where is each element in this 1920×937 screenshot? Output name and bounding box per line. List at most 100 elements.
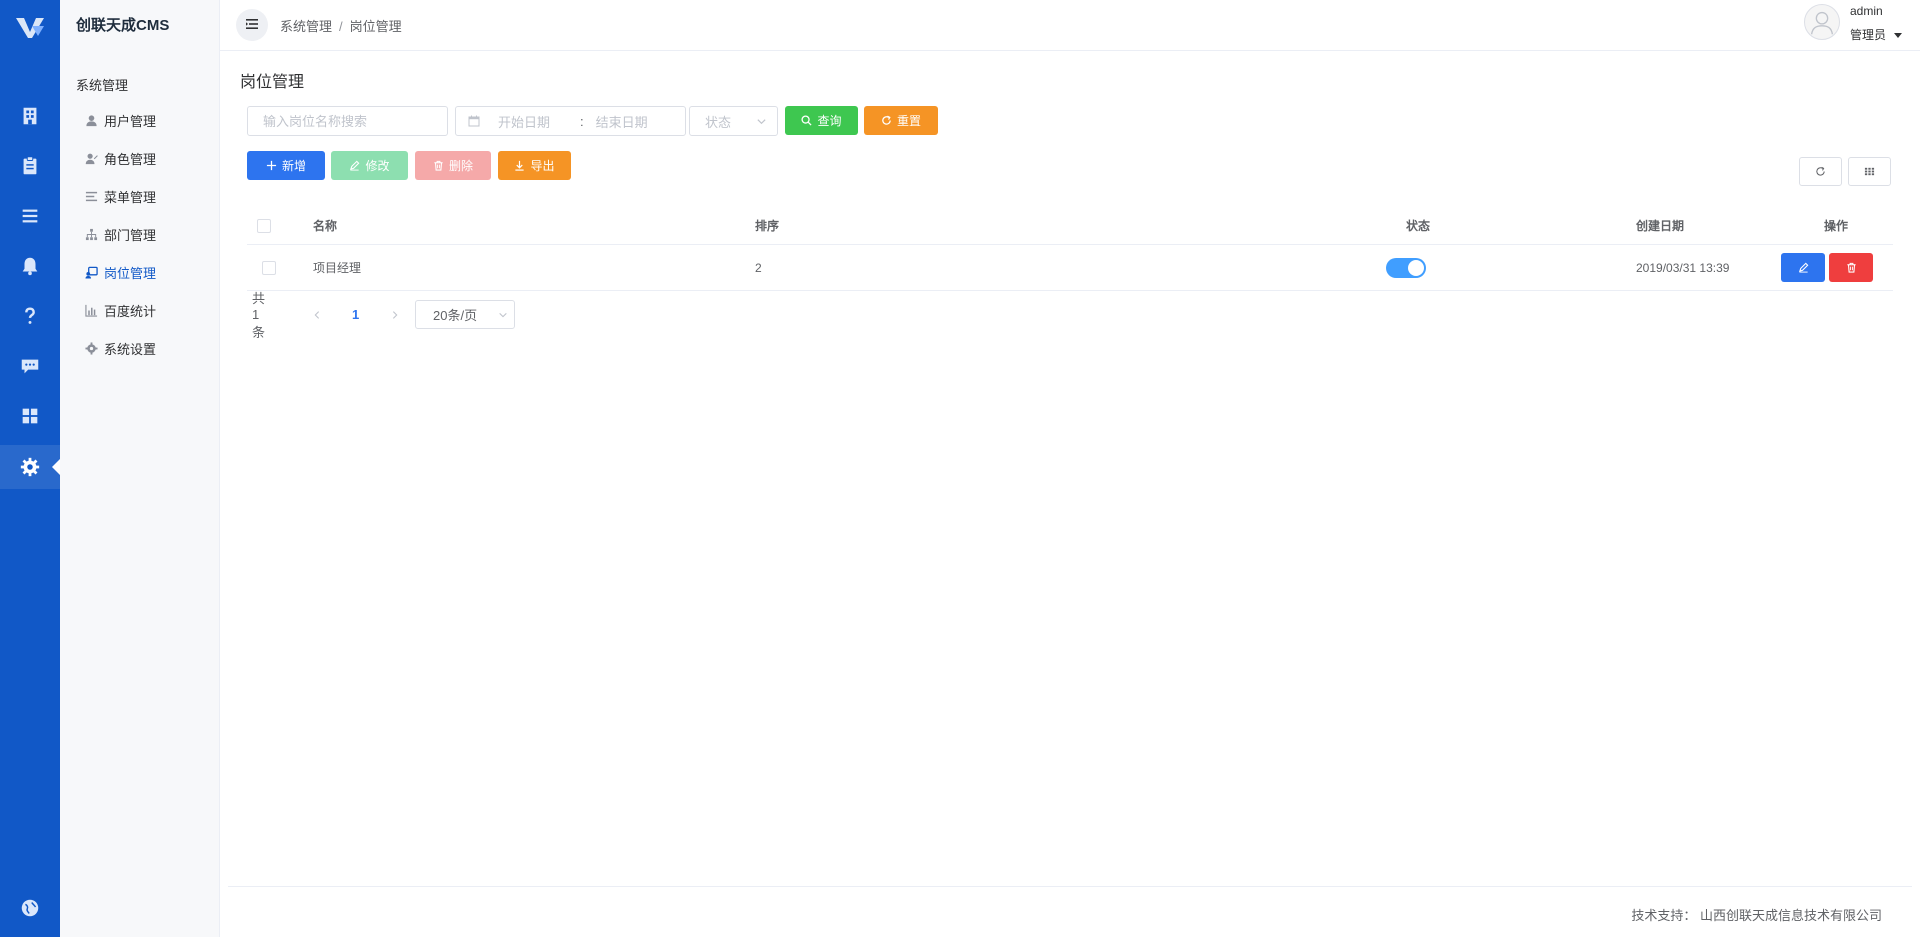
post-name-search-input[interactable]	[248, 107, 447, 135]
row-checkbox[interactable]	[262, 260, 276, 275]
row-edit-button[interactable]	[1781, 253, 1825, 282]
table-row[interactable]: 项目经理 2 2019/03/31 13:39	[247, 245, 1893, 291]
add-button-label: 新增	[281, 159, 306, 173]
icon-rail	[0, 0, 60, 937]
row-sort: 2	[755, 260, 762, 275]
bar-chart-icon	[84, 303, 98, 317]
menu-icon	[84, 189, 98, 203]
refresh-icon	[882, 115, 891, 125]
edit-button[interactable]: 修改	[331, 151, 408, 180]
sidebar-item-label: 菜单管理	[104, 189, 157, 205]
chevron-right-icon	[392, 310, 398, 319]
delete-button[interactable]: 删除	[415, 151, 491, 180]
pagination-total: 共 1 条	[252, 291, 266, 340]
app-title: 创联天成CMS	[76, 17, 170, 34]
sidebar: 创联天成CMS 系统管理 用户管理 角色管理 菜单管理 部门管理 岗位管理 百度…	[60, 0, 220, 937]
sidebar-item-label: 用户管理	[104, 113, 157, 129]
sidebar-item-menus[interactable]: 菜单管理	[84, 184, 156, 208]
page-size-value: 20条/页	[433, 308, 478, 323]
next-page-button[interactable]	[390, 300, 404, 329]
breadcrumb-item-posts: 岗位管理	[349, 19, 402, 34]
column-header-name[interactable]: 名称	[313, 207, 337, 244]
table-header: 名称 排序 状态 创建日期 操作	[247, 207, 1893, 245]
refresh-icon	[1815, 166, 1826, 177]
user-role: 管理员	[1850, 28, 1887, 42]
sidebar-item-posts[interactable]: 岗位管理	[84, 260, 156, 284]
sidebar-group-label: 系统管理	[76, 78, 129, 93]
sidebar-toggle-button[interactable]	[236, 9, 268, 41]
export-button-label: 导出	[530, 159, 555, 173]
dashboard-icon[interactable]	[0, 394, 60, 438]
chevron-left-icon	[314, 310, 320, 319]
settings-gear-icon[interactable]	[0, 445, 60, 489]
edit-icon	[1798, 262, 1809, 273]
breadcrumb: 系统管理 / 岗位管理	[280, 16, 402, 35]
column-header-status: 状态	[1405, 219, 1430, 233]
add-button[interactable]: 新增	[247, 151, 325, 180]
reset-button[interactable]: 重置	[864, 106, 938, 135]
edit-button-label: 修改	[365, 159, 390, 173]
user-icon	[84, 113, 98, 127]
prev-page-button[interactable]	[312, 300, 326, 329]
status-select-placeholder: 状态	[705, 114, 732, 130]
breadcrumb-separator: /	[339, 19, 343, 34]
column-header-actions: 操作	[1823, 219, 1848, 233]
avatar[interactable]	[1804, 4, 1840, 40]
posts-table: 名称 排序 状态 创建日期 操作 项目经理 2 2019/03/31 13:39	[247, 207, 1893, 291]
edit-icon	[350, 160, 360, 171]
grid-icon	[1864, 166, 1875, 177]
sidebar-item-label: 岗位管理	[104, 265, 157, 281]
trash-icon	[434, 160, 443, 171]
caret-down-icon	[1894, 33, 1903, 39]
top-header: 系统管理 / 岗位管理 admin 管理员	[220, 0, 1920, 51]
date-range-separator: :	[580, 113, 584, 129]
page-number-1[interactable]: 1	[352, 300, 359, 329]
plus-icon	[266, 160, 277, 171]
footer-text: 技术支持： 山西创联天成信息技术有限公司	[1631, 908, 1882, 923]
sidebar-item-roles[interactable]: 角色管理	[84, 146, 156, 170]
list-icon[interactable]	[0, 194, 60, 238]
building-icon[interactable]	[0, 94, 60, 138]
sidebar-item-label: 百度统计	[104, 303, 157, 319]
sidebar-item-users[interactable]: 用户管理	[84, 108, 156, 132]
row-created-date: 2019/03/31 13:39	[1636, 260, 1730, 275]
chevron-down-icon	[756, 116, 767, 127]
column-settings-button[interactable]	[1848, 157, 1891, 186]
page-size-select[interactable]: 20条/页	[415, 300, 515, 329]
trash-icon	[1846, 262, 1857, 273]
sidebar-item-departments[interactable]: 部门管理	[84, 222, 156, 246]
calendar-icon	[468, 115, 480, 127]
help-icon[interactable]	[0, 294, 60, 338]
delete-button-label: 删除	[448, 159, 473, 173]
sidebar-item-label: 系统设置	[104, 341, 157, 357]
bell-icon[interactable]	[0, 244, 60, 288]
export-button[interactable]: 导出	[498, 151, 571, 180]
role-icon	[84, 151, 98, 165]
column-header-sort[interactable]: 排序	[755, 207, 779, 244]
user-name: admin	[1850, 4, 1883, 18]
post-name-search-field[interactable]	[247, 106, 448, 136]
status-toggle[interactable]	[1386, 257, 1426, 278]
refresh-table-button[interactable]	[1799, 157, 1842, 186]
collapse-menu-icon	[245, 17, 259, 34]
sidebar-item-baidu-stats[interactable]: 百度统计	[84, 298, 156, 322]
select-all-checkbox[interactable]	[257, 218, 271, 233]
clipboard-icon[interactable]	[0, 144, 60, 188]
chat-icon[interactable]	[0, 344, 60, 388]
gear-icon	[84, 341, 98, 355]
globe-icon[interactable]	[0, 886, 60, 930]
reset-button-label: 重置	[896, 114, 921, 128]
search-button[interactable]: 查询	[785, 106, 858, 135]
chevron-down-icon	[499, 312, 507, 317]
org-chart-icon	[84, 227, 98, 241]
sidebar-item-system-settings[interactable]: 系统设置	[84, 336, 156, 360]
date-range-picker[interactable]: 开始日期 : 结束日期	[455, 106, 686, 136]
row-delete-button[interactable]	[1829, 253, 1873, 282]
start-date-input[interactable]: 开始日期	[498, 112, 568, 131]
status-select[interactable]: 状态	[689, 106, 778, 136]
user-role-dropdown[interactable]: 管理员	[1850, 26, 1903, 43]
breadcrumb-item-system[interactable]: 系统管理	[280, 19, 332, 34]
end-date-input[interactable]: 结束日期	[596, 112, 648, 131]
column-header-created[interactable]: 创建日期	[1636, 207, 1726, 244]
app-logo	[12, 12, 48, 42]
